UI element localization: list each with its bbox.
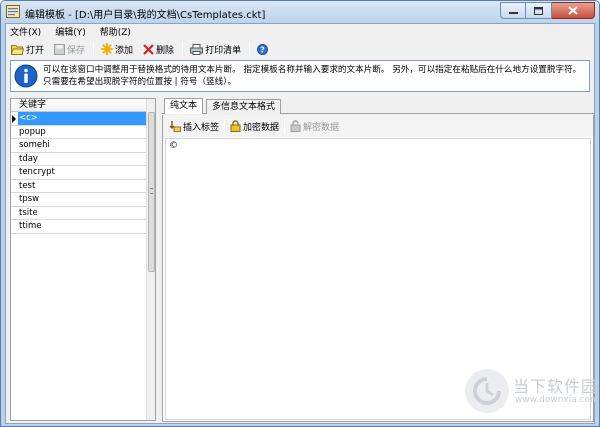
info-icon xyxy=(14,64,38,88)
help-icon: ? xyxy=(257,43,269,55)
decrypt-label: 解密数据 xyxy=(303,122,340,133)
delete-button[interactable]: 删除 xyxy=(141,40,176,58)
keyword-text: test xyxy=(19,180,36,191)
encrypt-label: 加密数据 xyxy=(243,122,280,133)
keyword-text: ttime xyxy=(19,221,42,231)
save-label: 保存 xyxy=(67,45,86,56)
help-button[interactable]: ? xyxy=(255,40,272,58)
app-icon xyxy=(6,5,20,18)
decrypt-button[interactable]: 解密数据 xyxy=(290,120,339,133)
editor-content: © xyxy=(169,141,178,151)
list-item[interactable]: tencrypt xyxy=(11,166,146,180)
maximize-icon xyxy=(534,6,543,15)
open-label: 打开 xyxy=(26,45,45,56)
keyword-text: tsite xyxy=(19,207,38,218)
watermark-url: www.downxia.com xyxy=(515,395,599,405)
keyword-list: 关键字 <c> popup somehi tday tencrypt test … xyxy=(10,98,156,421)
toolbar-separator xyxy=(224,118,226,134)
add-label: 添加 xyxy=(115,45,134,56)
open-button[interactable]: 打开 xyxy=(9,40,46,58)
client-area: 文件(X) 编辑(Y) 帮助(Z) 打开 保存 添加 删除 打印清单 ? 可以在… xyxy=(5,23,595,424)
svg-text:?: ? xyxy=(260,45,265,54)
list-item[interactable]: popup xyxy=(11,126,146,139)
toolbar-separator xyxy=(284,118,286,134)
maximize-button[interactable] xyxy=(526,2,552,19)
insert-tag-label: 插入标签 xyxy=(183,122,220,133)
printer-icon xyxy=(190,43,204,55)
list-item[interactable]: <c> xyxy=(11,112,146,126)
unlock-icon xyxy=(290,120,301,132)
tab-plain-text[interactable]: 纯文本 xyxy=(164,98,204,114)
list-item[interactable]: ttime xyxy=(11,220,146,234)
list-item[interactable]: tday xyxy=(11,153,146,166)
title-bar[interactable]: 编辑模板 - [D:\用户目录\我的文档\CsTemplates.ckt] xyxy=(1,1,599,23)
print-list-button[interactable]: 打印清单 xyxy=(188,40,243,58)
list-item[interactable]: test xyxy=(11,180,146,193)
caption-buttons xyxy=(500,2,595,20)
menu-help[interactable]: 帮助(Z) xyxy=(100,25,131,38)
keyword-text: somehi xyxy=(19,140,50,150)
list-item[interactable]: tpsw xyxy=(11,193,146,207)
print-list-label: 打印清单 xyxy=(205,45,242,56)
toolbar-separator xyxy=(249,41,251,57)
keyword-text: popup xyxy=(19,126,46,137)
keyword-text: tencrypt xyxy=(19,167,55,177)
delete-label: 删除 xyxy=(156,45,175,56)
minimize-icon xyxy=(508,11,518,14)
list-item[interactable]: tsite xyxy=(11,207,146,220)
window-title: 编辑模板 - [D:\用户目录\我的文档\CsTemplates.ckt] xyxy=(25,10,266,21)
keyword-rows: <c> popup somehi tday tencrypt test tpsw… xyxy=(11,112,146,234)
keyword-list-scrollbar[interactable] xyxy=(146,99,155,420)
menu-edit[interactable]: 编辑(Y) xyxy=(55,25,86,38)
close-icon xyxy=(568,6,578,15)
watermark: 当下软件园 www.downxia.com xyxy=(465,369,599,417)
lock-icon xyxy=(230,120,241,132)
main-toolbar: 打开 保存 添加 删除 打印清单 ? xyxy=(6,39,594,59)
list-item[interactable]: somehi xyxy=(11,139,146,153)
app-window: 编辑模板 - [D:\用户目录\我的文档\CsTemplates.ckt] 文件… xyxy=(0,0,600,427)
menu-file[interactable]: 文件(X) xyxy=(10,25,41,38)
keyword-column-header[interactable]: 关键字 xyxy=(11,99,146,112)
add-star-icon xyxy=(101,43,114,55)
keyword-text: tpsw xyxy=(19,194,40,204)
current-row-marker-icon xyxy=(12,115,16,123)
toolbar-separator xyxy=(93,41,95,57)
keyword-text: tday xyxy=(19,153,38,164)
toolbar-separator xyxy=(182,41,184,57)
minimize-button[interactable] xyxy=(500,2,526,19)
tab-rich-text[interactable]: 多信息文本格式 xyxy=(206,99,282,114)
grip-icon xyxy=(150,188,153,194)
watermark-name: 当下软件园 xyxy=(513,377,599,396)
info-panel: 可以在该窗口中调整用于替换格式的待用文本片断。 指定模板名称并输入要求的文本片断… xyxy=(10,60,590,92)
close-button[interactable] xyxy=(552,2,595,19)
info-text: 可以在该窗口中调整用于替换格式的待用文本片断。 指定模板名称并输入要求的文本片断… xyxy=(43,65,582,87)
watermark-logo xyxy=(465,369,509,413)
editor-tabs: 纯文本 多信息文本格式 xyxy=(162,98,594,114)
encrypt-button[interactable]: 加密数据 xyxy=(230,120,279,133)
editor-toolbar: 插入标签 加密数据 解密数据 xyxy=(163,115,593,137)
insert-tag-button[interactable]: 插入标签 xyxy=(169,120,219,133)
save-button[interactable]: 保存 xyxy=(52,40,87,58)
save-icon xyxy=(54,43,66,55)
menu-bar: 文件(X) 编辑(Y) 帮助(Z) xyxy=(6,24,594,39)
scrollbar-thumb[interactable] xyxy=(148,112,155,272)
watermark-logo-icon xyxy=(473,377,501,405)
add-button[interactable]: 添加 xyxy=(99,40,135,58)
delete-x-icon xyxy=(143,43,154,55)
folder-open-icon xyxy=(11,44,24,55)
keyword-text: <c> xyxy=(18,112,146,125)
insert-tag-icon xyxy=(169,121,181,132)
